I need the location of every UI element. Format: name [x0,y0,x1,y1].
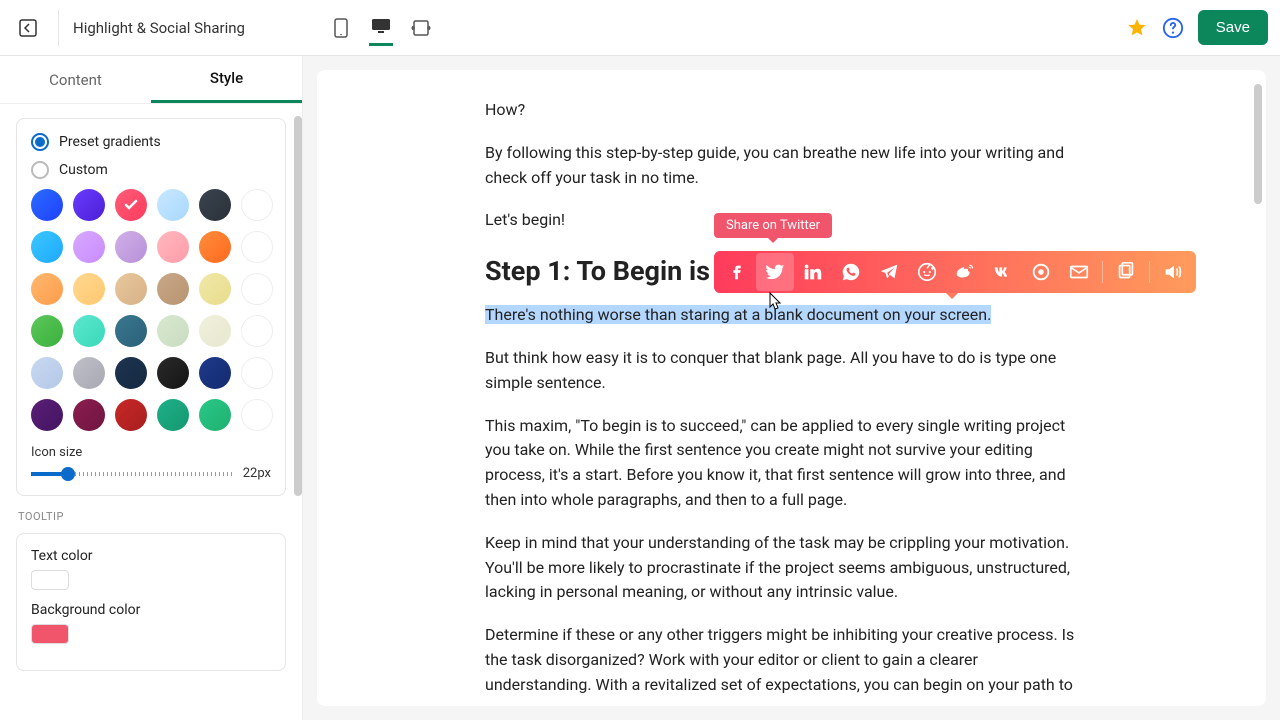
gradient-swatch[interactable] [157,231,189,263]
share-twitter-button[interactable] [756,253,794,291]
gradient-swatch[interactable] [241,273,273,305]
tooltip-card: Text color Background color [16,533,286,671]
share-vk-button[interactable] [984,253,1022,291]
gradient-swatch[interactable] [31,189,63,221]
save-button[interactable]: Save [1198,10,1268,45]
gradient-swatch[interactable] [157,189,189,221]
gradient-swatch[interactable] [73,189,105,221]
icon-size-label: Icon size [31,445,271,460]
gradient-swatch[interactable] [31,399,63,431]
share-tooltip: Share on Twitter [714,213,832,238]
gradient-swatch[interactable] [115,231,147,263]
gradient-swatch[interactable] [199,189,231,221]
gradient-swatch[interactable] [241,231,273,263]
share-divider [1149,261,1150,283]
gradient-swatch[interactable] [241,357,273,389]
divider [58,10,59,46]
bg-color-label: Background color [31,602,271,618]
gradient-swatch[interactable] [157,315,189,347]
tab-style[interactable]: Style [151,56,302,103]
gradient-swatch[interactable] [199,357,231,389]
gradient-card: Preset gradients Custom Icon size 22px [16,118,286,496]
gradient-swatch[interactable] [115,357,147,389]
paragraph: By following this step-by-step guide, yo… [485,141,1085,191]
bg-color-chip[interactable] [31,624,69,644]
gradient-swatch[interactable] [115,273,147,305]
tooltip-section-header: TOOLTIP [18,510,286,523]
share-email-button[interactable] [1060,253,1098,291]
gradient-swatch[interactable] [115,399,147,431]
tab-content[interactable]: Content [0,56,151,103]
paragraph: But think how easy it is to conquer that… [485,346,1085,396]
gradient-swatch[interactable] [115,315,147,347]
highlighted-text[interactable]: There's nothing worse than staring at a … [485,305,991,324]
app-header: Highlight & Social Sharing Save [0,0,1280,56]
gradient-swatch[interactable] [199,273,231,305]
gradient-swatch[interactable] [199,315,231,347]
sidebar-scrollbar[interactable] [294,116,302,496]
preview-scrollbar[interactable] [1254,84,1262,204]
text-color-label: Text color [31,548,271,564]
share-linkedin-button[interactable] [794,253,832,291]
page-title: Highlight & Social Sharing [73,19,245,37]
icon-size-value: 22px [243,466,271,481]
gradient-swatch[interactable] [73,315,105,347]
share-telegram-button[interactable] [870,253,908,291]
share-copy-button[interactable] [1107,253,1145,291]
gradient-swatch[interactable] [73,273,105,305]
text-color-chip[interactable] [31,570,69,590]
share-divider [1102,261,1103,283]
device-desktop-button[interactable] [369,10,393,46]
gradient-swatch[interactable] [73,231,105,263]
gradient-swatches [31,189,271,431]
gradient-swatch[interactable] [241,315,273,347]
radio-preset-gradients[interactable]: Preset gradients [31,133,271,151]
help-icon[interactable] [1162,17,1184,39]
paragraph: Determine if these or any other triggers… [485,623,1085,706]
share-messenger-button[interactable] [1022,253,1060,291]
gradient-swatch[interactable] [241,189,273,221]
gradient-swatch[interactable] [157,399,189,431]
gradient-swatch[interactable] [199,231,231,263]
share-weibo-button[interactable] [946,253,984,291]
preview-page: How? By following this step-by-step guid… [317,70,1266,706]
icon-size-slider[interactable] [31,472,235,476]
share-facebook-button[interactable] [718,253,756,291]
gradient-swatch[interactable] [73,357,105,389]
gradient-swatch[interactable] [241,399,273,431]
gradient-swatch[interactable] [157,273,189,305]
preview-pane: How? By following this step-by-step guid… [303,56,1280,720]
share-whatsapp-button[interactable] [832,253,870,291]
share-toolbar [714,251,1196,293]
paragraph: Keep in mind that your understanding of … [485,531,1085,605]
paragraph: How? [485,98,1085,123]
device-fullwidth-button[interactable] [409,10,433,46]
share-reddit-button[interactable] [908,253,946,291]
gradient-swatch[interactable] [199,399,231,431]
gradient-swatch[interactable] [31,357,63,389]
gradient-swatch[interactable] [115,189,147,221]
star-icon[interactable] [1126,17,1148,39]
device-preview-group [329,10,433,46]
gradient-swatch[interactable] [157,357,189,389]
sidebar: Content Style Preset gradients Custom Ic… [0,56,303,720]
radio-custom[interactable]: Custom [31,161,271,179]
gradient-swatch[interactable] [31,273,63,305]
paragraph: There's nothing worse than staring at a … [485,303,1085,328]
cursor-icon [766,291,784,313]
back-button[interactable] [12,12,44,44]
gradient-swatch[interactable] [73,399,105,431]
paragraph: This maxim, "To begin is to succeed," ca… [485,414,1085,513]
gradient-swatch[interactable] [31,315,63,347]
device-mobile-button[interactable] [329,10,353,46]
share-speak-button[interactable] [1154,253,1192,291]
gradient-swatch[interactable] [31,231,63,263]
